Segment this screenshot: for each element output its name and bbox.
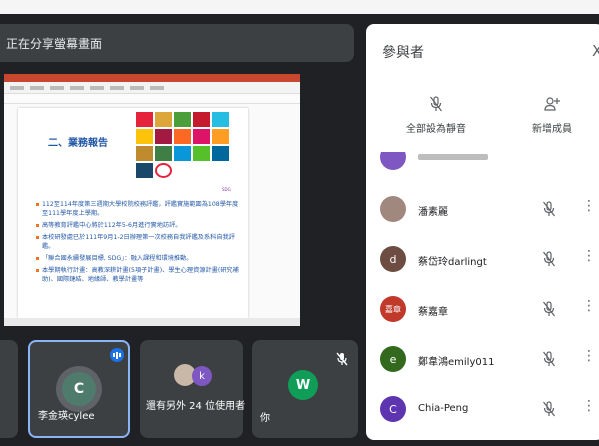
more-options-icon[interactable]: ⋮ — [582, 298, 596, 314]
more-options-icon[interactable]: ⋮ — [582, 348, 596, 364]
shared-screen: 二、業務報告 SDG 112至114年度第三週期大學校院校務評鑑，評鑑實施範圍為… — [4, 74, 300, 326]
mute-all-button[interactable]: 全部設為靜音 — [406, 96, 466, 135]
mute-all-label: 全部設為靜音 — [406, 124, 466, 135]
panel-title: 參與者 — [382, 45, 424, 61]
ppt-toolbar — [4, 94, 300, 104]
avatar: W — [288, 370, 318, 400]
slide-heading: 二、業務報告 — [48, 138, 108, 149]
ppt-ribbon — [4, 82, 300, 94]
slide-bullet: 高等教育評鑑中心將於112年5-6月進行實地訪評。 — [36, 221, 240, 230]
mic-off-icon[interactable] — [542, 401, 556, 417]
mic-off-icon[interactable] — [542, 251, 556, 267]
others-count-label: 還有另外 24 位使用者 — [146, 401, 246, 412]
avatar: 嘉章 — [380, 296, 406, 322]
slide-bullet: 112至114年度第三週期大學校院校務評鑑，評鑑實施範圍為108學年度至111學… — [36, 200, 240, 218]
others-tile[interactable]: k 還有另外 24 位使用者 — [140, 340, 246, 438]
mic-off-icon — [336, 352, 348, 366]
more-options-icon[interactable]: ⋮ — [582, 398, 596, 414]
mic-off-icon[interactable] — [542, 201, 556, 217]
participant-row[interactable]: 潘素麗 ⋮ — [366, 186, 599, 234]
presenting-banner: 正在分享螢幕畫面 — [0, 24, 354, 62]
speaking-indicator-icon — [110, 348, 124, 362]
presenting-banner-text: 正在分享螢幕畫面 — [6, 36, 103, 51]
participant-name: 李金瑛cylee — [38, 411, 95, 422]
participant-row-partial[interactable] — [366, 152, 599, 182]
mic-off-icon — [430, 96, 442, 112]
add-member-label: 新增成員 — [532, 124, 572, 135]
participant-row[interactable]: e 鄭韋鴻emily011 ⋮ — [366, 336, 599, 384]
sdg-label: SDG — [222, 187, 231, 192]
avatar: e — [380, 346, 406, 372]
slide-bullets: 112至114年度第三週期大學校院校務評鑑，評鑑實施範圍為108學年度至111學… — [36, 200, 240, 287]
ppt-statusbar — [4, 318, 300, 326]
avatar: d — [380, 246, 406, 272]
avatar: C — [62, 372, 96, 406]
participant-tile-partial[interactable] — [0, 340, 18, 438]
speaking-ring: C — [56, 366, 102, 412]
participants-panel: 參與者 X 全部設為靜音 新增成員 潘素麗 ⋮ d 蔡岱玲darlingt ⋮ … — [366, 24, 599, 440]
participant-name-cut — [418, 154, 488, 160]
self-name: 你 — [260, 413, 270, 424]
participant-name: Chia-Peng — [418, 403, 469, 414]
top-band — [0, 0, 599, 14]
mic-off-icon[interactable] — [542, 351, 556, 367]
avatar-photo — [380, 196, 406, 222]
ppt-titlebar — [4, 74, 300, 82]
participant-name: 蔡岱玲darlingt — [418, 257, 487, 268]
slide-bullet: 本學期執行計畫：高教深耕計畫(5項子計畫)、學生心理資源計畫(研究補助)、國際鏈… — [36, 266, 240, 284]
slide-canvas: 二、業務報告 SDG 112至114年度第三週期大學校院校務評鑑，評鑑實施範圍為… — [18, 108, 256, 326]
more-options-icon[interactable]: ⋮ — [582, 248, 596, 264]
self-tile[interactable]: W 你 — [252, 340, 358, 438]
participant-name: 潘素麗 — [418, 207, 448, 218]
close-icon[interactable]: X — [592, 42, 599, 60]
avatar: k — [192, 366, 212, 386]
participant-tile-active[interactable]: C 李金瑛cylee — [28, 340, 130, 438]
slide-bullet: 本校研發處已於111年9月1-2日辦理第一次校務自我評鑑及系科自我評鑑。 — [36, 233, 240, 251]
participant-row[interactable]: d 蔡岱玲darlingt ⋮ — [366, 236, 599, 284]
participant-name: 鄭韋鴻emily011 — [418, 357, 495, 368]
mic-off-icon[interactable] — [542, 301, 556, 317]
add-person-icon — [544, 97, 560, 111]
avatar — [380, 152, 406, 170]
more-options-icon[interactable]: ⋮ — [582, 198, 596, 214]
add-member-button[interactable]: 新增成員 — [532, 96, 572, 135]
avatar: C — [380, 396, 406, 422]
sdg-icons — [136, 112, 240, 178]
slide-bullet: 「聯合國永續發展目標, SDG」：融入課程和環境推動。 — [36, 254, 240, 263]
participant-row[interactable]: C Chia-Peng ⋮ — [366, 386, 599, 434]
participant-name: 蔡嘉章 — [418, 307, 448, 318]
participant-row[interactable]: 嘉章 蔡嘉章 ⋮ — [366, 286, 599, 334]
